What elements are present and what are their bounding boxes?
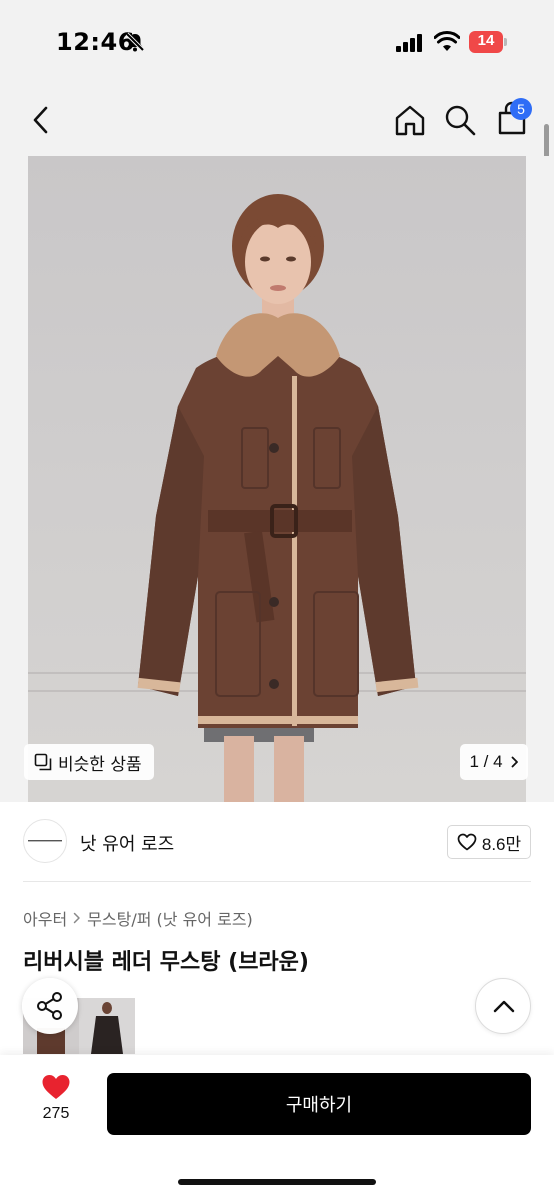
chevron-right-icon xyxy=(511,756,518,768)
cart-count-badge: 5 xyxy=(510,98,532,120)
chevron-right-icon xyxy=(73,912,80,924)
bell-slash-icon xyxy=(125,32,145,52)
heart-filled-icon xyxy=(42,1075,70,1099)
heart-outline-icon xyxy=(457,833,477,851)
product-image[interactable] xyxy=(28,156,526,802)
brand-like-count: 8.6만 xyxy=(481,834,522,854)
brand-logo[interactable] xyxy=(23,819,67,863)
wifi-icon xyxy=(434,31,460,51)
chevron-left-icon xyxy=(33,106,48,134)
search-button[interactable] xyxy=(442,102,478,138)
brand-name[interactable]: 낫 유어 로즈 xyxy=(80,830,174,856)
gallery-page-indicator[interactable]: 1 / 4 xyxy=(460,744,528,780)
battery-level: 14 xyxy=(477,32,495,49)
chevron-up-icon xyxy=(493,1000,515,1013)
status-bar: 12:46 14 xyxy=(0,0,554,84)
home-button[interactable] xyxy=(392,102,428,138)
breadcrumb-category[interactable]: 아우터 xyxy=(23,906,67,930)
battery-indicator: 14 xyxy=(469,31,507,53)
thumbnail-image xyxy=(91,1002,123,1054)
similar-products-button[interactable]: 비슷한 상품 xyxy=(24,744,154,780)
brand-logo-mark xyxy=(28,840,62,842)
similar-products-label: 비슷한 상품 xyxy=(58,754,142,775)
home-icon xyxy=(395,105,425,136)
cellular-signal-icon xyxy=(396,34,422,52)
scroll-to-top-button[interactable] xyxy=(475,978,531,1034)
brand-like-button[interactable]: 8.6만 xyxy=(447,825,531,859)
model-photo xyxy=(137,194,419,802)
wishlist-count: 275 xyxy=(42,1105,70,1122)
copy-icon xyxy=(34,753,52,771)
divider xyxy=(23,881,531,882)
thumbnail-black[interactable] xyxy=(79,998,135,1054)
cart-button[interactable]: 5 xyxy=(494,98,534,138)
top-nav: 5 xyxy=(0,84,554,156)
product-title: 리버시블 레더 무스탕 (브라운) xyxy=(23,950,309,975)
home-indicator xyxy=(178,1179,376,1185)
page-indicator-text: 1 / 4 xyxy=(469,752,503,771)
share-icon xyxy=(37,992,62,1020)
breadcrumb: 아우터 무스탕/퍼 (낫 유어 로즈) xyxy=(23,906,253,930)
wishlist-button[interactable]: 275 xyxy=(28,1073,84,1133)
brand-row: 낫 유어 로즈 8.6만 xyxy=(0,802,554,882)
buy-button[interactable]: 구매하기 xyxy=(107,1073,531,1135)
breadcrumb-subcategory[interactable]: 무스탕/퍼 (낫 유어 로즈) xyxy=(87,906,253,930)
purchase-bar: 275 구매하기 xyxy=(0,1055,554,1200)
share-button[interactable] xyxy=(22,978,78,1034)
search-icon xyxy=(445,105,476,136)
back-button[interactable] xyxy=(26,102,58,138)
